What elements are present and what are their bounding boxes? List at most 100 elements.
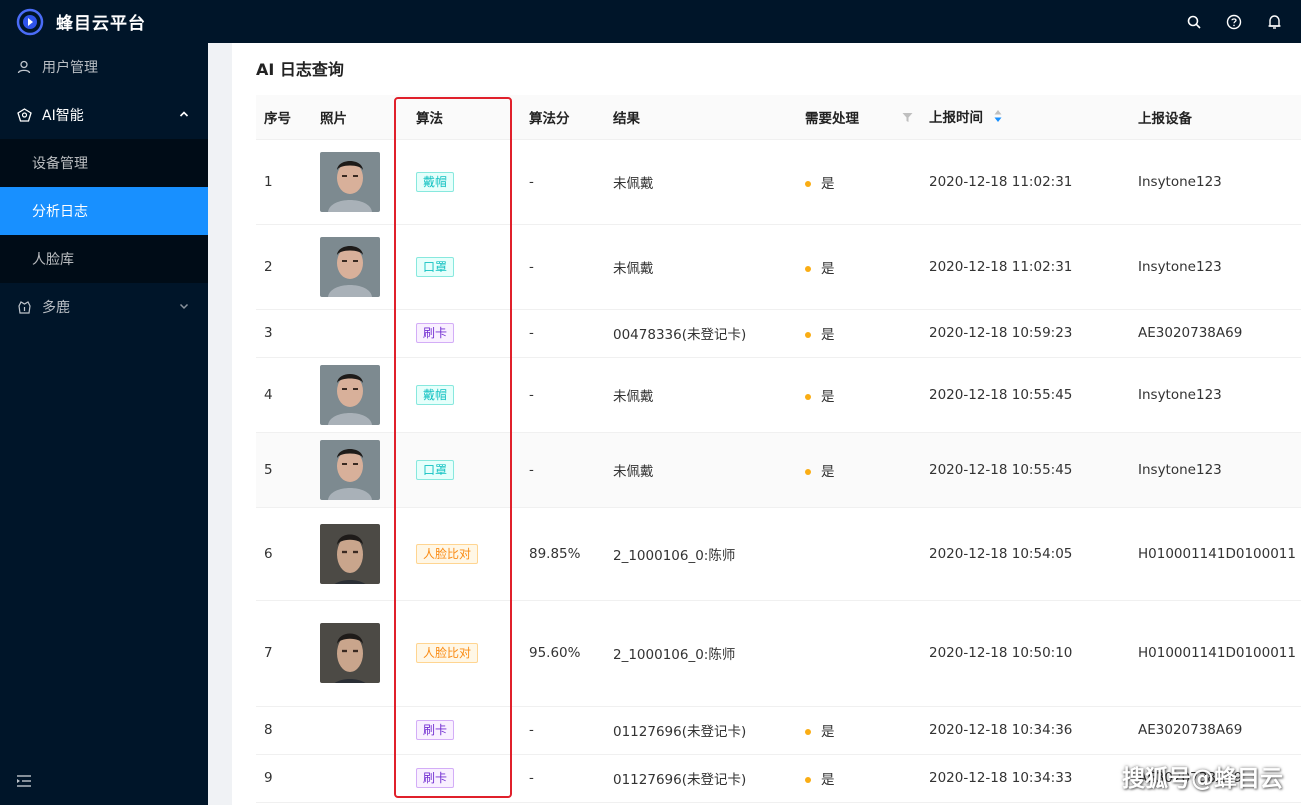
handle-label: 是 — [821, 772, 835, 788]
sort-icon[interactable] — [994, 109, 1002, 127]
col-header-score: 算法分 — [521, 95, 605, 140]
cell-algorithm: 人脸比对 — [408, 507, 521, 601]
sidebar: 用户管理 AI智能 设备管理 分析日志 人脸库 多鹿 — [0, 43, 208, 805]
status-dot-icon — [805, 180, 811, 187]
cell-result: 未佩戴 — [605, 357, 797, 433]
cell-needs-handling: 是 — [797, 224, 921, 310]
watermark: 搜狐号@蜂目云 — [1122, 766, 1283, 792]
sidebar-item-user-management[interactable]: 用户管理 — [0, 43, 208, 91]
bell-icon[interactable] — [1265, 13, 1283, 31]
handle-label: 是 — [821, 463, 835, 480]
cell-device: Insytone123 — [1130, 224, 1301, 310]
sidebar-item-duolu[interactable]: 多鹿 — [0, 283, 208, 331]
cell-score: - — [521, 224, 605, 310]
cell-needs-handling: 是 — [797, 357, 921, 433]
col-header-device: 上报设备 — [1130, 95, 1301, 140]
cell-report-time: 2020-12-18 10:34:33 — [921, 754, 1130, 803]
sidebar-item-label: 分析日志 — [32, 204, 88, 220]
face-photo[interactable] — [320, 236, 380, 297]
cell-algorithm: 刷卡 — [408, 754, 521, 803]
cell-report-time: 2020-12-18 10:50:10 — [921, 600, 1130, 707]
cell-photo — [312, 754, 408, 803]
handle-label: 是 — [821, 327, 835, 343]
cell-photo — [312, 507, 408, 601]
face-photo[interactable] — [320, 523, 380, 584]
col-header-algorithm: 算法 — [408, 95, 521, 140]
cell-score: - — [521, 357, 605, 433]
cell-report-time: 2020-12-18 10:59:23 — [921, 309, 1130, 358]
cell-result: 01127696(未登记卡) — [605, 706, 797, 755]
table-row[interactable]: 5 口罩 - 未佩戴 是 2020-12-18 10:55:45 Insytone123 — [256, 432, 1301, 508]
cell-device: Insytone123 — [1130, 357, 1301, 433]
cell-needs-handling: 是 — [797, 432, 921, 508]
table-row[interactable]: 7 人脸比对 95.60% 2_1000106_0:陈师 2020-12-18 10:5… — [256, 600, 1301, 707]
face-photo[interactable] — [320, 364, 380, 425]
face-photo[interactable] — [320, 151, 380, 212]
handle-label: 是 — [821, 260, 835, 277]
sidebar-item-ai[interactable]: AI智能 — [0, 91, 208, 139]
table-row[interactable]: 3 刷卡 -00478336(未登记卡) 是 2020-12-18 10:59:23 AE… — [256, 309, 1301, 358]
cell-score: - — [521, 139, 605, 225]
cell-no: 8 — [256, 706, 312, 755]
cell-algorithm: 口罩 — [408, 432, 521, 508]
cell-photo — [312, 224, 408, 310]
cell-score: - — [521, 309, 605, 358]
cell-result: 01127696(未登记卡) — [605, 754, 797, 803]
sidebar-item-label: 用户管理 — [42, 60, 98, 76]
cell-report-time: 2020-12-18 10:55:45 — [921, 432, 1130, 508]
algorithm-tag: 戴帽 — [416, 384, 455, 405]
cell-needs-handling: 是 — [797, 309, 921, 358]
logo-icon — [16, 8, 44, 36]
face-photo[interactable] — [320, 439, 380, 500]
status-dot-icon — [805, 265, 811, 272]
cell-needs-handling: 是 — [797, 139, 921, 225]
sidebar-item-face-library[interactable]: 人脸库 — [0, 235, 208, 283]
sidebar-item-analysis-log[interactable]: 分析日志 — [0, 187, 208, 235]
status-dot-icon — [805, 393, 811, 400]
face-photo[interactable] — [320, 623, 380, 683]
table-row[interactable]: 4 戴帽 - 未佩戴 是 2020-12-18 10:55:45 Insytone123 — [256, 357, 1301, 433]
col-header-label: 需要处理 — [805, 110, 859, 127]
algorithm-tag: 口罩 — [416, 256, 455, 277]
help-icon[interactable] — [1225, 13, 1243, 31]
filter-icon[interactable] — [902, 111, 913, 127]
deer-icon — [16, 299, 32, 315]
top-bar: 蜂目云平台 — [0, 0, 1301, 43]
col-header-needs-handling[interactable]: 需要处理 — [797, 95, 921, 140]
cell-algorithm: 刷卡 — [408, 706, 521, 755]
cell-score: 89.85% — [521, 507, 605, 601]
cell-no: 5 — [256, 432, 312, 508]
cell-score: - — [521, 706, 605, 755]
cell-needs-handling — [797, 507, 921, 601]
cell-needs-handling: 是 — [797, 754, 921, 803]
sidebar-item-device-management[interactable]: 设备管理 — [0, 139, 208, 187]
page-title: AI 日志查询 — [256, 60, 344, 79]
chevron-up-icon — [178, 108, 190, 120]
menu-fold-icon[interactable] — [16, 773, 34, 791]
cell-result: 00478336(未登记卡) — [605, 309, 797, 358]
table-row[interactable]: 1 戴帽 - 未佩戴 是 2020-12-18 11:02:31 Insytone123 — [256, 139, 1301, 225]
algorithm-tag: 刷卡 — [416, 323, 455, 343]
algorithm-tag: 刷卡 — [416, 720, 455, 740]
cell-result: 未佩戴 — [605, 224, 797, 310]
status-dot-icon — [805, 468, 811, 475]
cell-report-time: 2020-12-18 11:02:31 — [921, 224, 1130, 310]
chevron-down-icon — [178, 300, 190, 312]
cell-result: 未佩戴 — [605, 432, 797, 508]
cell-photo — [312, 357, 408, 433]
col-header-report-time[interactable]: 上报时间 — [921, 95, 1130, 140]
handle-label: 是 — [821, 724, 835, 740]
sidebar-item-label: AI智能 — [42, 108, 84, 124]
cell-no: 4 — [256, 357, 312, 433]
search-icon[interactable] — [1185, 13, 1203, 31]
table-row[interactable]: 2 口罩 - 未佩戴 是 2020-12-18 11:02:31 Insytone123 — [256, 224, 1301, 310]
cell-score: 95.60% — [521, 600, 605, 707]
table-row[interactable]: 8 刷卡 -01127696(未登记卡) 是 2020-12-18 10:34:36 AE… — [256, 706, 1301, 755]
table-row[interactable]: 6 人脸比对 89.85% 2_1000106_0:陈师 2020-12-18 10:5… — [256, 507, 1301, 601]
col-header-no: 序号 — [256, 95, 312, 140]
cell-report-time: 2020-12-18 10:55:45 — [921, 357, 1130, 433]
cell-photo — [312, 432, 408, 508]
sidebar-item-label: 人脸库 — [32, 252, 74, 268]
cell-algorithm: 戴帽 — [408, 139, 521, 225]
brand-title: 蜂目云平台 — [56, 14, 146, 34]
